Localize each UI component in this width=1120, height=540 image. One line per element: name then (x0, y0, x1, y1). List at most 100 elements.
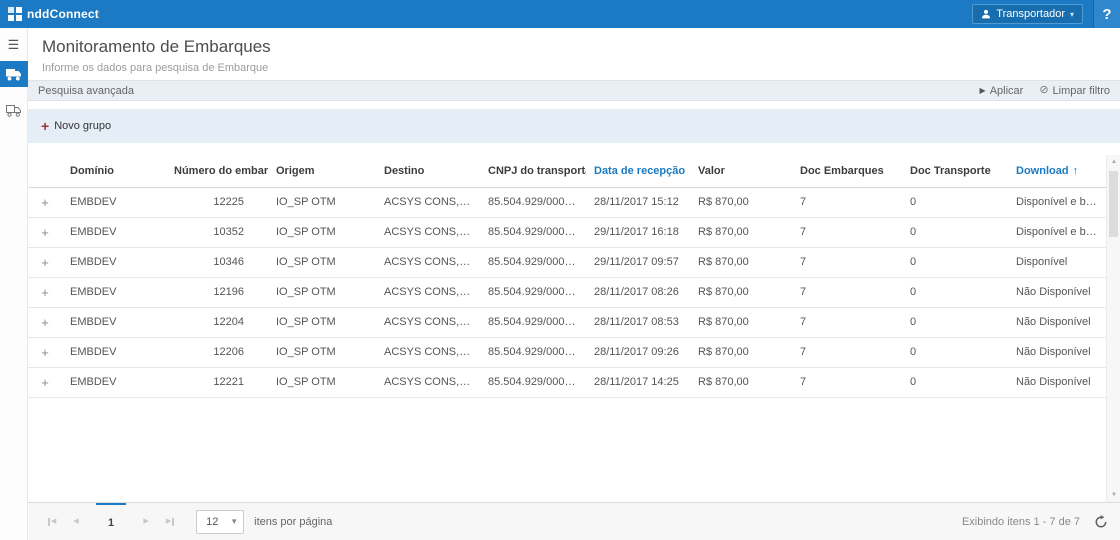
table-row: +EMBDEV10346IO_SP OTMACSYS CONS,CAMPINAS… (28, 247, 1106, 277)
column-label: Doc Transporte (910, 165, 991, 177)
last-page-button[interactable]: ▸ (158, 510, 182, 534)
cell-valor: R$ 870,00 (690, 277, 792, 307)
column-label: Data de recepção (594, 165, 685, 177)
column-label: Download (1016, 165, 1069, 177)
user-menu-button[interactable]: Transportador ▾ (972, 4, 1083, 24)
column-header-destino[interactable]: Destino (376, 155, 480, 187)
table-row: +EMBDEV12204IO_SP OTMACSYS CONS,CAMPINAS… (28, 307, 1106, 337)
page-number-button[interactable]: 1 (96, 503, 126, 540)
column-header-cnpj-transportador[interactable]: CNPJ do transportador (480, 155, 586, 187)
previous-page-button[interactable]: ◂ (64, 510, 88, 534)
column-label: Doc Embarques (800, 165, 884, 177)
cell-destino: ACSYS CONS,CAMPINAS... (376, 337, 480, 367)
cell-data: 28/11/2017 15:12 (586, 187, 690, 217)
advanced-search-panel-header[interactable]: Pesquisa avançada ▶ Aplicar ⊘ Limpar fil… (28, 80, 1120, 101)
column-header-download[interactable]: Download↑ (1008, 155, 1106, 187)
cell-destino: ACSYS CONS,CAMPINAS... (376, 187, 480, 217)
cell-dominio: EMBDEV (62, 247, 166, 277)
hamburger-menu-icon[interactable]: ☰ (8, 38, 20, 51)
cell-valor: R$ 870,00 (690, 337, 792, 367)
cell-dominio: EMBDEV (62, 337, 166, 367)
column-header-numero-embarque[interactable]: Número do embarque (166, 155, 268, 187)
clear-filter-button[interactable]: ⊘ Limpar filtro (1039, 85, 1110, 97)
cell-origem: IO_SP OTM (268, 337, 376, 367)
expand-row-button[interactable]: + (28, 225, 62, 240)
expand-cell: + (28, 217, 62, 247)
cell-download: Não Disponível (1008, 337, 1106, 367)
refresh-icon (1094, 515, 1108, 529)
expand-row-button[interactable]: + (28, 285, 62, 300)
cell-cnpj: 85.504.929/0001-00 (480, 187, 586, 217)
apply-icon: ▶ (980, 86, 986, 95)
cell-doc-transporte: 0 (902, 217, 1008, 247)
column-header-doc-transporte[interactable]: Doc Transporte (902, 155, 1008, 187)
user-icon (981, 9, 991, 19)
next-page-button[interactable]: ▸ (134, 510, 158, 534)
app-window: nddConnect Transportador ▾ ? ☰ (0, 0, 1120, 540)
table-row: +EMBDEV12206IO_SP OTMACSYS CONS,CAMPINAS… (28, 337, 1106, 367)
cell-doc-transporte: 0 (902, 187, 1008, 217)
cell-doc-embarques: 7 (792, 217, 902, 247)
sidebar-item-embarques[interactable] (0, 61, 28, 87)
table-body: +EMBDEV12225IO_SP OTMACSYS CONS,CAMPINAS… (28, 187, 1106, 397)
cell-cnpj: 85.504.929/0001-00 (480, 217, 586, 247)
vertical-scrollbar[interactable]: ▲ ▼ (1106, 155, 1120, 502)
cell-cnpj: 85.504.929/0001-00 (480, 307, 586, 337)
cell-doc-transporte: 0 (902, 337, 1008, 367)
page-size-dropdown[interactable]: 12 ▼ (196, 510, 244, 534)
sidebar: ☰ (0, 28, 28, 540)
filter-builder-bar: + Novo grupo (28, 109, 1120, 143)
column-label: Valor (698, 165, 725, 177)
column-header-data-recepcao[interactable]: Data de recepção ↑ (586, 155, 690, 187)
items-per-page-label: itens por página (254, 516, 332, 528)
cell-doc-transporte: 0 (902, 307, 1008, 337)
cell-download: Disponível e baixado (1008, 217, 1106, 247)
previous-page-arrow-icon: ◂ (73, 516, 79, 527)
cell-valor: R$ 870,00 (690, 217, 792, 247)
cell-doc-embarques: 7 (792, 337, 902, 367)
cell-doc-transporte: 0 (902, 367, 1008, 397)
sidebar-item-transporte[interactable] (0, 97, 28, 123)
cell-numero: 12204 (166, 307, 268, 337)
cell-cnpj: 85.504.929/0001-00 (480, 337, 586, 367)
column-header-origem[interactable]: Origem (268, 155, 376, 187)
scroll-down-icon[interactable]: ▼ (1107, 488, 1120, 502)
column-header-valor[interactable]: Valor (690, 155, 792, 187)
expand-row-button[interactable]: + (28, 255, 62, 270)
clear-filter-icon: ⊘ (1039, 85, 1048, 96)
column-header-dominio[interactable]: Domínio (62, 155, 166, 187)
cell-download: Não Disponível (1008, 277, 1106, 307)
refresh-button[interactable] (1094, 515, 1108, 529)
cell-doc-embarques: 7 (792, 307, 902, 337)
column-label: Destino (384, 165, 424, 177)
cell-origem: IO_SP OTM (268, 307, 376, 337)
table-row: +EMBDEV10352IO_SP OTMACSYS CONS,CAMPINAS… (28, 217, 1106, 247)
scrollbar-thumb[interactable] (1109, 171, 1118, 237)
cell-data: 29/11/2017 16:18 (586, 217, 690, 247)
next-page-arrow-icon: ▸ (143, 516, 149, 527)
expand-row-button[interactable]: + (28, 315, 62, 330)
cell-cnpj: 85.504.929/0001-00 (480, 247, 586, 277)
shipments-grid: Domínio Número do embarque Origem Destin… (28, 155, 1120, 502)
cell-valor: R$ 870,00 (690, 247, 792, 277)
filter-actions: ▶ Aplicar ⊘ Limpar filtro (980, 85, 1110, 97)
apply-filter-button[interactable]: ▶ Aplicar (980, 85, 1024, 97)
chevron-down-icon: ▼ (230, 517, 238, 526)
brand: nddConnect (8, 7, 99, 21)
column-label: CNPJ do transportador (488, 165, 586, 177)
filter-gap (28, 101, 1120, 109)
expand-row-button[interactable]: + (28, 195, 62, 210)
expand-row-button[interactable]: + (28, 345, 62, 360)
topbar: nddConnect Transportador ▾ ? (0, 0, 1120, 28)
cell-valor: R$ 870,00 (690, 367, 792, 397)
expand-row-button[interactable]: + (28, 375, 62, 390)
new-group-button[interactable]: + Novo grupo (41, 119, 111, 133)
last-page-bar-icon (172, 518, 174, 526)
first-page-button[interactable]: ◂ (40, 510, 64, 534)
cell-origem: IO_SP OTM (268, 277, 376, 307)
column-header-doc-embarques[interactable]: Doc Embarques (792, 155, 902, 187)
help-button[interactable]: ? (1093, 0, 1120, 28)
scroll-up-icon[interactable]: ▲ (1107, 155, 1120, 169)
cell-origem: IO_SP OTM (268, 187, 376, 217)
sort-asc-icon: ↑ (689, 165, 690, 177)
